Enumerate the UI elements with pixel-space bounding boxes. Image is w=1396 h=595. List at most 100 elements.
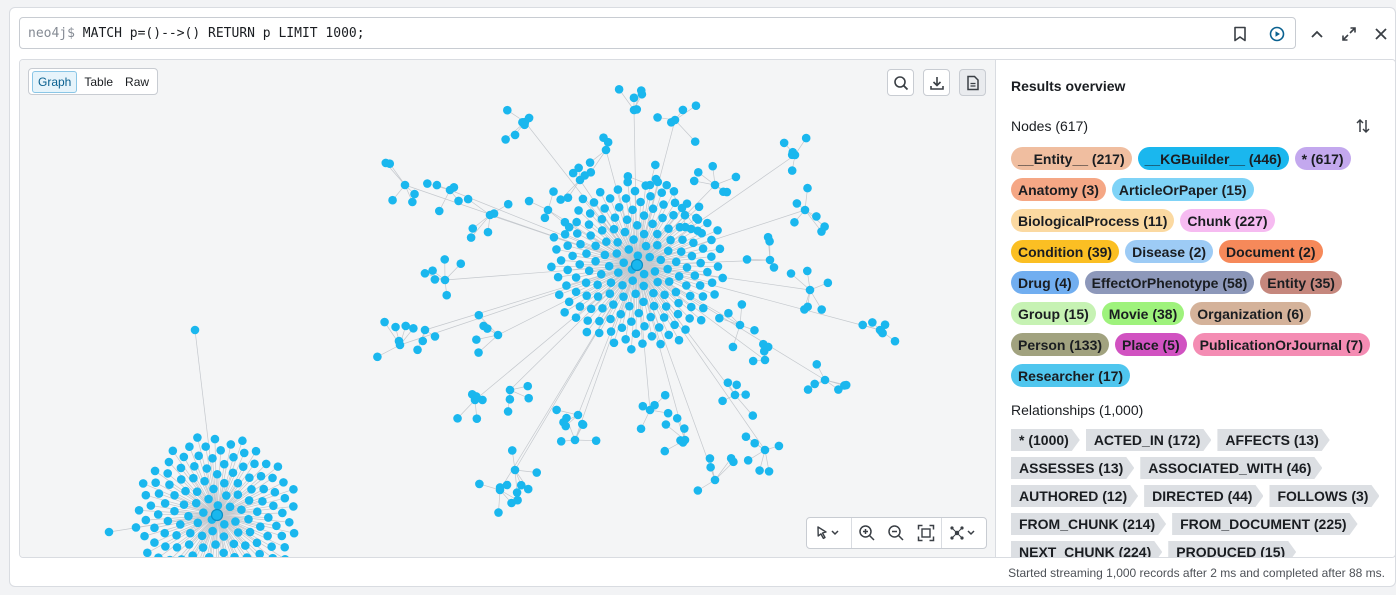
- graph-node[interactable]: [634, 308, 644, 318]
- graph-node[interactable]: [131, 523, 141, 532]
- graph-node[interactable]: [657, 188, 667, 197]
- graph-node[interactable]: [134, 506, 144, 515]
- graph-node[interactable]: [430, 332, 440, 341]
- graph-node[interactable]: [430, 275, 440, 284]
- graph-node[interactable]: [681, 325, 690, 334]
- graph-node[interactable]: [630, 186, 640, 196]
- graph-node[interactable]: [631, 289, 640, 299]
- graph-node[interactable]: [568, 251, 577, 261]
- graph-node[interactable]: [228, 468, 238, 478]
- graph-node[interactable]: [726, 454, 736, 463]
- graph-node[interactable]: [638, 339, 647, 348]
- graph-node[interactable]: [200, 476, 209, 486]
- graph-node[interactable]: [764, 467, 774, 476]
- graph-node[interactable]: [202, 464, 212, 473]
- graph-node[interactable]: [547, 262, 556, 272]
- graph-node[interactable]: [285, 517, 294, 527]
- graph-node[interactable]: [660, 446, 670, 456]
- graph-node[interactable]: [779, 138, 789, 148]
- graph-node[interactable]: [636, 197, 645, 207]
- graph-node[interactable]: [742, 255, 752, 264]
- node-label-chip[interactable]: * (617): [1294, 147, 1351, 170]
- graph-node[interactable]: [698, 303, 708, 313]
- graph-node[interactable]: [208, 454, 217, 463]
- graph-node[interactable]: [765, 255, 775, 265]
- graph-node[interactable]: [163, 516, 173, 526]
- graph-node[interactable]: [578, 420, 588, 430]
- graph-node[interactable]: [755, 466, 764, 475]
- graph-node[interactable]: [731, 172, 741, 182]
- graph-node[interactable]: [553, 272, 563, 282]
- graph-node[interactable]: [146, 501, 156, 510]
- graph-node[interactable]: [664, 224, 673, 233]
- graph-node[interactable]: [645, 252, 655, 262]
- graph-node[interactable]: [718, 396, 727, 406]
- graph-node[interactable]: [769, 263, 779, 272]
- graph-node[interactable]: [150, 523, 159, 533]
- graph-node[interactable]: [552, 245, 561, 254]
- graph-node[interactable]: [564, 297, 574, 307]
- graph-node[interactable]: [549, 187, 558, 196]
- graph-node[interactable]: [606, 327, 616, 336]
- graph-node[interactable]: [571, 287, 581, 297]
- graph-node[interactable]: [576, 239, 585, 249]
- graph-node[interactable]: [834, 385, 843, 394]
- graph-node[interactable]: [179, 500, 189, 509]
- graph-node[interactable]: [651, 174, 661, 184]
- graph-node[interactable]: [707, 252, 716, 261]
- graph-node[interactable]: [560, 307, 569, 317]
- graph-node[interactable]: [636, 424, 646, 434]
- graph-node[interactable]: [172, 543, 182, 552]
- relationship-type-chip[interactable]: PRODUCED (15): [1168, 541, 1296, 557]
- graph-node[interactable]: [151, 478, 160, 487]
- relationship-type-chip[interactable]: * (1000): [1011, 429, 1080, 451]
- graph-node[interactable]: [703, 267, 712, 277]
- graph-node[interactable]: [693, 215, 703, 224]
- graph-node[interactable]: [524, 393, 533, 403]
- graph-node[interactable]: [823, 278, 833, 288]
- graph-node[interactable]: [238, 462, 248, 471]
- graph-node[interactable]: [209, 484, 218, 494]
- graph-node[interactable]: [800, 205, 810, 215]
- graph-node[interactable]: [141, 515, 151, 525]
- graph-node[interactable]: [673, 309, 683, 319]
- node-label-chip[interactable]: __KGBuilder__ (446): [1137, 147, 1289, 170]
- graph-node[interactable]: [641, 241, 651, 251]
- zoom-in-button[interactable]: [852, 518, 882, 548]
- graph-node[interactable]: [671, 287, 681, 297]
- graph-node[interactable]: [686, 302, 696, 312]
- graph-node[interactable]: [678, 438, 688, 447]
- graph-node[interactable]: [646, 191, 655, 201]
- graph-node[interactable]: [890, 336, 900, 346]
- graph-node[interactable]: [760, 445, 770, 455]
- graph-node[interactable]: [165, 480, 174, 490]
- graph-node[interactable]: [670, 320, 679, 330]
- graph-node[interactable]: [613, 268, 623, 277]
- graph-node[interactable]: [572, 229, 582, 238]
- graph-node[interactable]: [628, 276, 638, 285]
- graph-node[interactable]: [750, 438, 760, 448]
- graph-node[interactable]: [468, 224, 478, 233]
- relationship-type-chip[interactable]: ASSESSES (13): [1011, 457, 1134, 479]
- graph-node[interactable]: [193, 518, 203, 528]
- graph-node[interactable]: [691, 101, 701, 111]
- graph-node[interactable]: [273, 462, 283, 471]
- graph-node[interactable]: [281, 554, 290, 557]
- graph-node[interactable]: [698, 292, 708, 301]
- graph-node[interactable]: [197, 531, 207, 541]
- tab-table[interactable]: Table: [79, 72, 118, 92]
- graph-node[interactable]: [184, 511, 193, 521]
- graph-node[interactable]: [540, 213, 550, 223]
- graph-node[interactable]: [193, 433, 202, 442]
- graph-node[interactable]: [593, 292, 603, 301]
- graph-node[interactable]: [394, 336, 404, 346]
- graph-node[interactable]: [204, 552, 214, 557]
- graph-node[interactable]: [639, 297, 648, 307]
- graph-node[interactable]: [507, 446, 517, 455]
- node-label-chip[interactable]: Place (5): [1115, 333, 1187, 356]
- graph-node[interactable]: [680, 222, 690, 232]
- graph-node[interactable]: [225, 502, 235, 512]
- graph-node[interactable]: [666, 235, 675, 245]
- graph-node[interactable]: [185, 442, 194, 451]
- graph-node[interactable]: [706, 462, 715, 472]
